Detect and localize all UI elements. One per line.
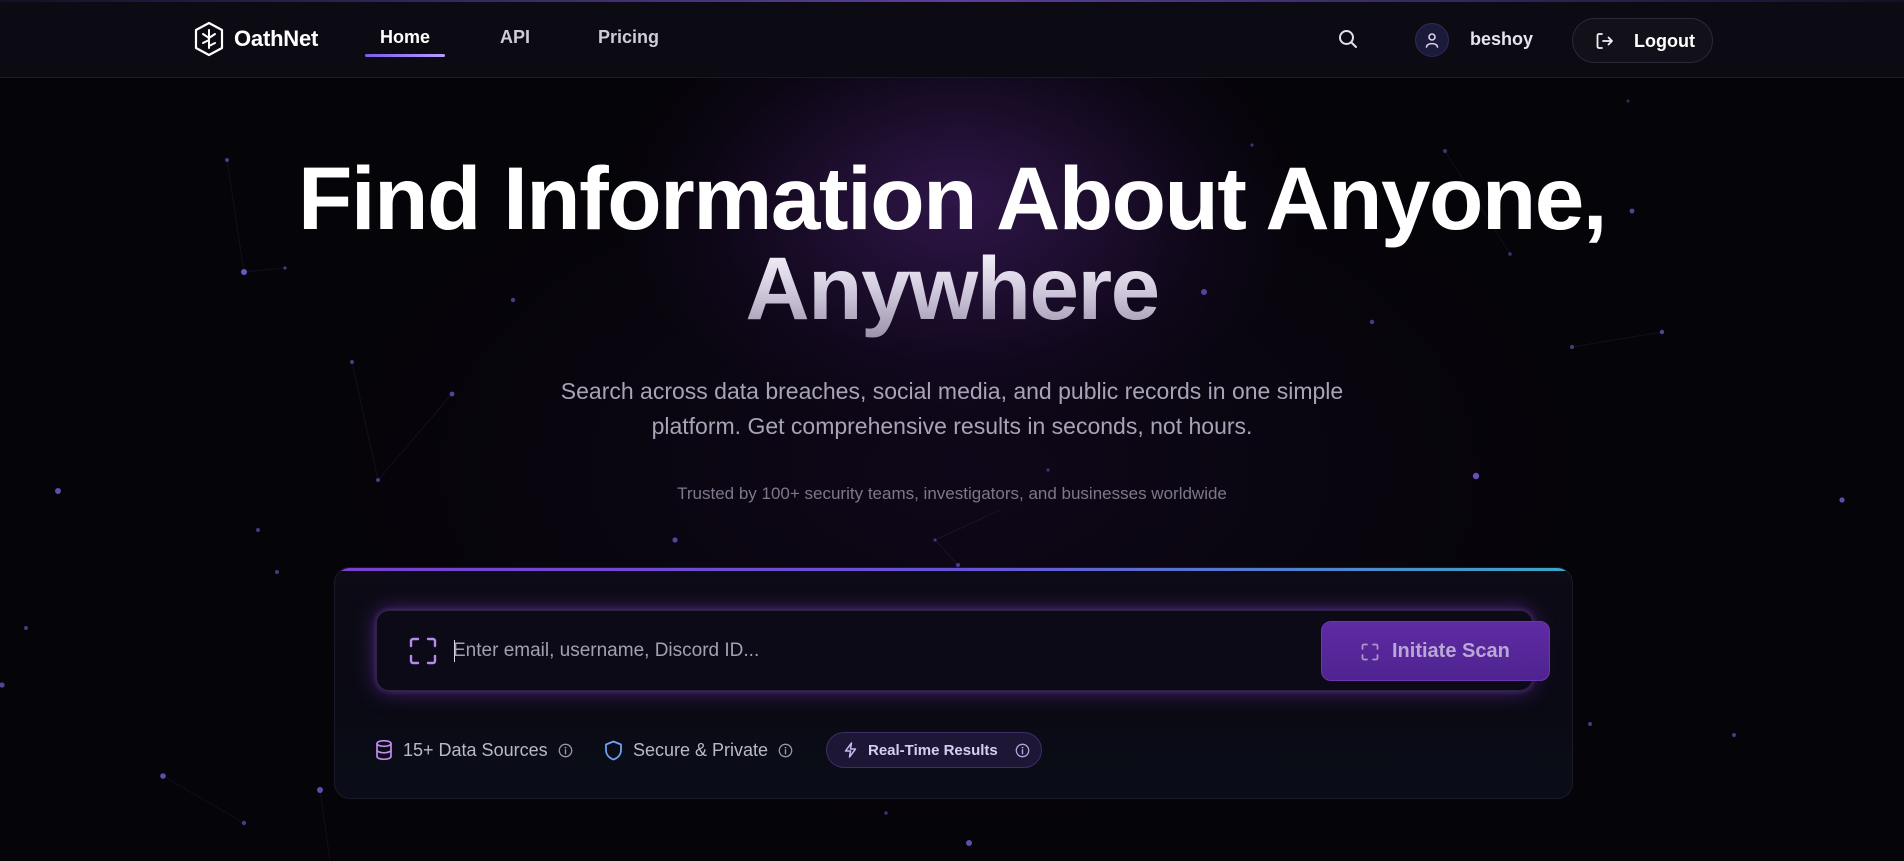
logout-label: Logout [1634, 31, 1695, 51]
scan-frame-icon [409, 637, 437, 665]
search-card: Initiate Scan 15+ Data Sources Secure & … [334, 567, 1573, 799]
search-box[interactable]: Initiate Scan [376, 610, 1550, 691]
search-icon [1339, 30, 1357, 48]
brand-name: OathNet [234, 26, 319, 51]
nav-link-pricing[interactable]: Pricing [598, 27, 659, 48]
info-icon[interactable] [1015, 743, 1030, 758]
info-icon[interactable] [558, 743, 573, 758]
hero-subtitle-line1: Search across data breaches, social medi… [560, 378, 1344, 404]
trusted-by-text: Trusted by 100+ security teams, investig… [677, 484, 1227, 503]
database-icon [376, 739, 392, 761]
nav-active-indicator [365, 54, 445, 57]
user-avatar[interactable] [1415, 23, 1449, 57]
oathnet-logo-icon [194, 21, 224, 57]
text-caret [454, 640, 455, 662]
info-icon[interactable] [778, 743, 793, 758]
scan-frame-icon [1361, 643, 1379, 661]
search-input[interactable] [453, 629, 1253, 673]
user-icon [1425, 33, 1439, 48]
brand-logo[interactable]: OathNet [193, 19, 318, 59]
hero-title-line2: Anywhere [0, 238, 1904, 338]
initiate-scan-label: Initiate Scan [1392, 640, 1510, 662]
hero-subtitle: Search across data breaches, social medi… [500, 374, 1404, 444]
nav-search-button[interactable] [1337, 28, 1359, 50]
hero-subtitle-line2: platform. Get comprehensive results in s… [651, 413, 1253, 439]
initiate-scan-button[interactable]: Initiate Scan [1321, 621, 1550, 681]
username-label[interactable]: beshoy [1470, 29, 1533, 50]
logout-icon [1596, 33, 1613, 49]
hero-title-line1: Find Information About Anyone, [298, 148, 1607, 248]
feature-label: Real-Time Results [868, 741, 998, 759]
navbar: OathNet Home API Pricing beshoy Logout [0, 2, 1904, 78]
lightning-icon [844, 742, 857, 758]
card-top-accent [335, 568, 1572, 571]
nav-link-api[interactable]: API [500, 27, 530, 48]
feature-data-sources[interactable]: 15+ Data Sources [374, 732, 573, 768]
feature-label: 15+ Data Sources [403, 739, 548, 760]
feature-secure-private[interactable]: Secure & Private [604, 732, 793, 768]
logout-button[interactable]: Logout [1572, 18, 1713, 63]
feature-real-time-results[interactable]: Real-Time Results [826, 732, 1042, 768]
nav-link-home[interactable]: Home [380, 27, 430, 48]
shield-icon [605, 740, 622, 760]
hero-title-gradient-text: Anywhere [745, 238, 1160, 338]
feature-label: Secure & Private [633, 739, 769, 760]
